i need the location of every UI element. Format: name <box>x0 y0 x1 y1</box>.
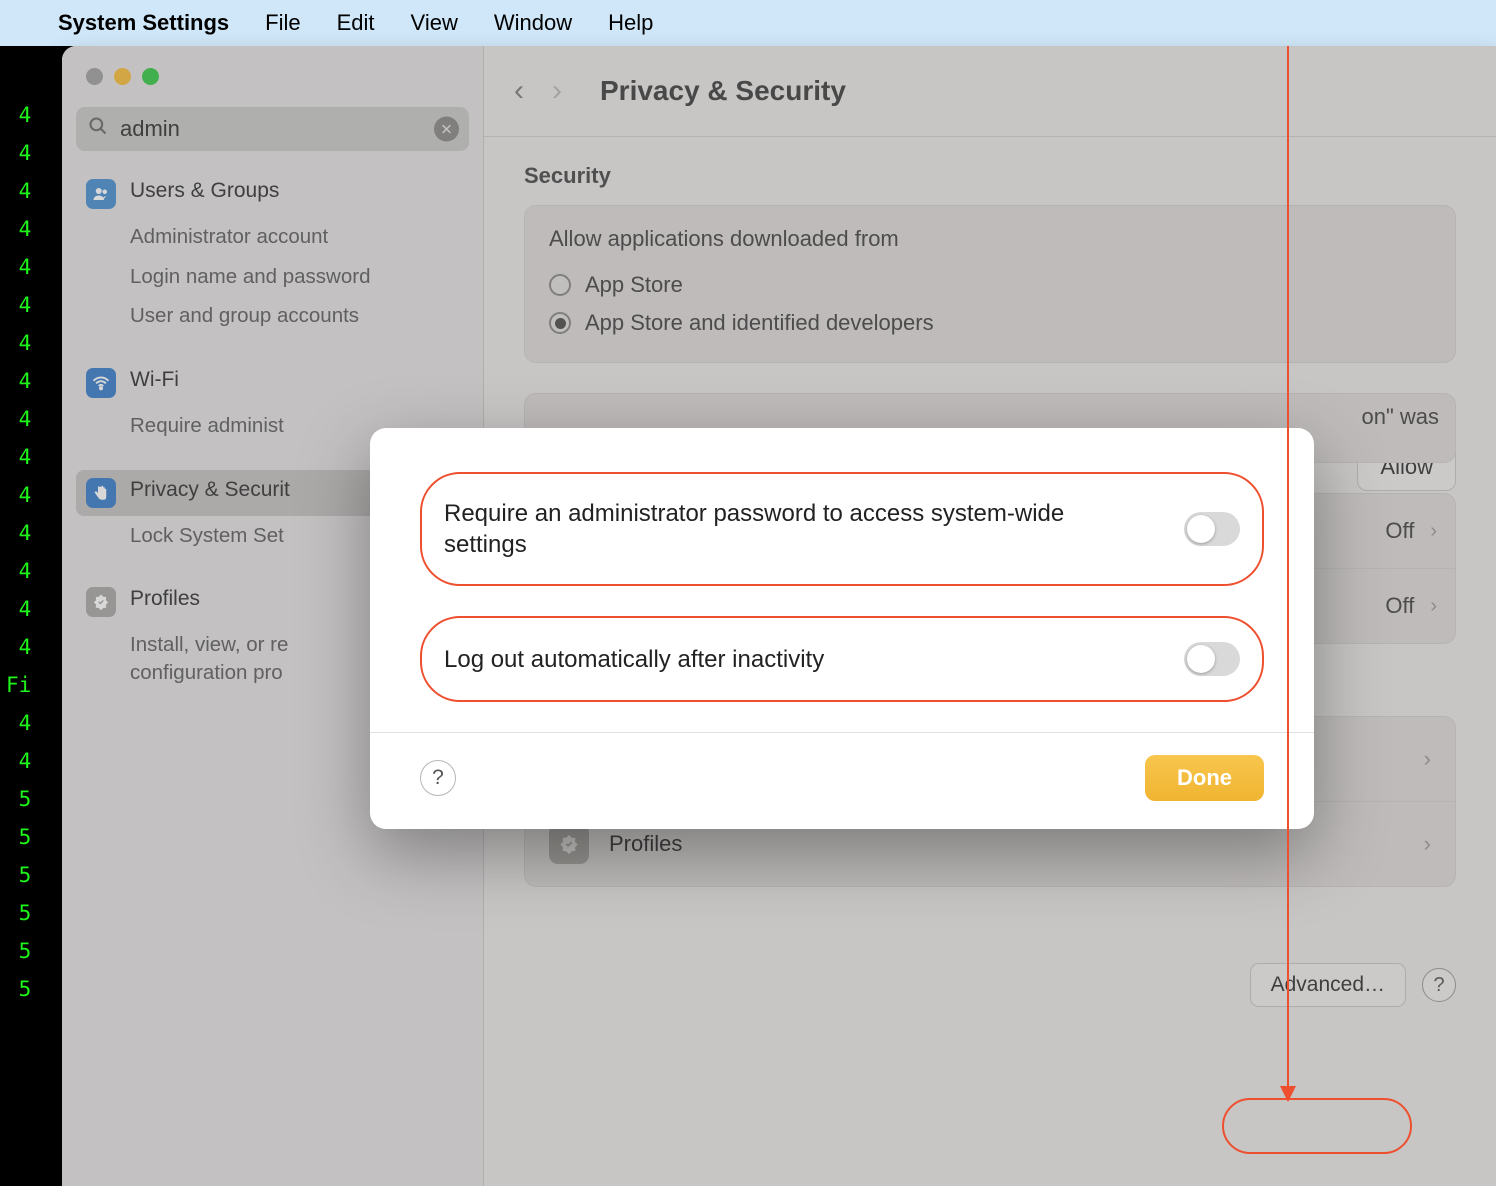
search-field-wrap: ✕ <box>76 107 469 151</box>
blocked-text-fragment: on" was <box>1361 404 1439 430</box>
advanced-button[interactable]: Advanced… <box>1250 963 1406 1007</box>
off-value: Off <box>1385 593 1414 619</box>
menu-file[interactable]: File <box>265 10 300 36</box>
menu-window[interactable]: Window <box>494 10 572 36</box>
toggle-admin-password-row: Require an administrator password to acc… <box>420 472 1264 586</box>
nav-back-icon[interactable]: ‹ <box>514 74 524 108</box>
badge-icon <box>86 587 116 617</box>
divider <box>370 732 1314 733</box>
sidebar-item-users-groups[interactable]: Users & Groups <box>76 171 469 217</box>
sidebar-sub[interactable]: Login name and password <box>76 257 469 297</box>
sidebar-sub[interactable]: Administrator account <box>76 217 469 257</box>
sidebar-group-users: Users & Groups Administrator account Log… <box>76 171 469 336</box>
content-header: ‹ › Privacy & Security <box>484 46 1496 137</box>
chevron-right-icon: › <box>1424 746 1431 772</box>
menu-help[interactable]: Help <box>608 10 653 36</box>
sidebar-item-wifi[interactable]: Wi-Fi <box>76 360 469 406</box>
row-label: Profiles <box>609 831 682 857</box>
menu-view[interactable]: View <box>411 10 458 36</box>
section-security-heading: Security <box>524 163 1456 189</box>
sidebar-item-label: Wi-Fi <box>130 368 179 392</box>
search-input[interactable] <box>76 107 469 151</box>
hand-icon <box>86 478 116 508</box>
radio-icon <box>549 312 571 334</box>
radio-label: App Store and identified developers <box>585 310 934 336</box>
zoom-window-icon[interactable] <box>142 68 159 85</box>
radio-app-store-identified[interactable]: App Store and identified developers <box>549 304 1431 342</box>
clear-search-icon[interactable]: ✕ <box>434 117 459 142</box>
radio-app-store[interactable]: App Store <box>549 266 1431 304</box>
help-icon[interactable]: ? <box>420 760 456 796</box>
sidebar-item-label: Users & Groups <box>130 179 279 203</box>
menu-edit[interactable]: Edit <box>337 10 375 36</box>
sidebar-item-label: Privacy & Securit <box>130 478 290 502</box>
allow-apps-panel: Allow applications downloaded from App S… <box>524 205 1456 363</box>
toggle-label: Require an administrator password to acc… <box>444 498 1124 560</box>
minimize-window-icon[interactable] <box>114 68 131 85</box>
radio-label: App Store <box>585 272 683 298</box>
annotation-arrow <box>1287 46 1289 1101</box>
wifi-icon <box>86 368 116 398</box>
users-icon <box>86 179 116 209</box>
toggle-admin-password-switch[interactable] <box>1184 512 1240 546</box>
badge-icon <box>549 824 589 864</box>
close-window-icon[interactable] <box>86 68 103 85</box>
app-menu[interactable]: System Settings <box>58 10 229 36</box>
sidebar-item-label: Profiles <box>130 587 200 611</box>
sidebar-sub[interactable]: User and group accounts <box>76 296 469 336</box>
chevron-right-icon: › <box>1430 595 1437 618</box>
allow-apps-label: Allow applications downloaded from <box>549 226 1431 252</box>
menubar: System Settings File Edit View Window He… <box>0 0 1496 46</box>
toggle-logout-inactivity-row: Log out automatically after inactivity <box>420 616 1264 702</box>
toggle-label: Log out automatically after inactivity <box>444 644 824 675</box>
nav-forward-icon: › <box>552 74 562 108</box>
window-controls <box>76 66 469 107</box>
search-icon <box>88 116 108 142</box>
toggle-logout-inactivity-switch[interactable] <box>1184 642 1240 676</box>
radio-icon <box>549 274 571 296</box>
advanced-sheet: Require an administrator password to acc… <box>370 428 1314 829</box>
chevron-right-icon: › <box>1430 520 1437 543</box>
off-value: Off <box>1385 518 1414 544</box>
help-icon[interactable]: ? <box>1422 968 1456 1002</box>
content-footer: Advanced… ? <box>484 957 1496 1037</box>
chevron-right-icon: › <box>1424 831 1431 857</box>
background-terminal: 4 4 4 4 4 4 4 4 4 4 4 4 4 4 4 Fi 4 4 5 5… <box>0 46 62 1186</box>
page-title: Privacy & Security <box>600 75 846 107</box>
sheet-footer: ? Done <box>420 755 1264 801</box>
done-button[interactable]: Done <box>1145 755 1264 801</box>
